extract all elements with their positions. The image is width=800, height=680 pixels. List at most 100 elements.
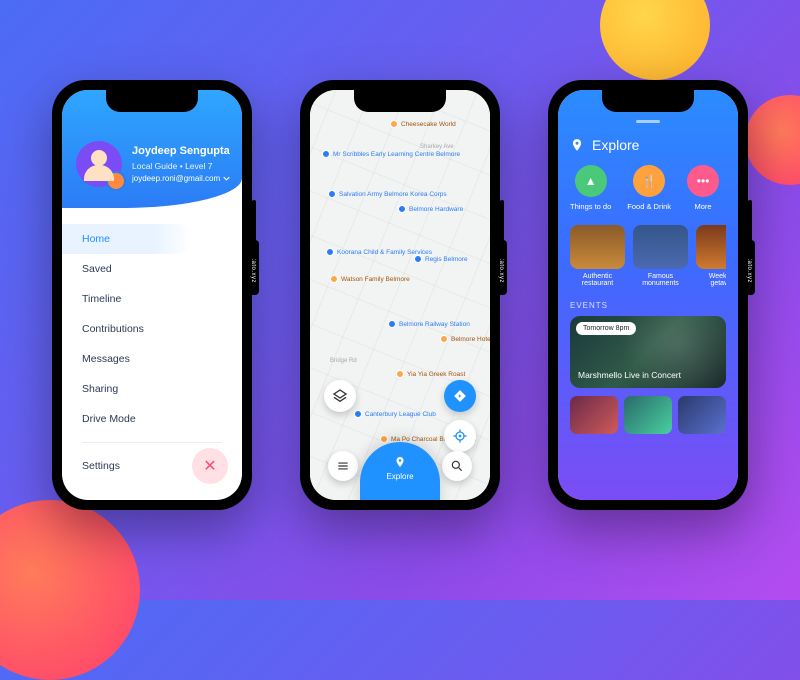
layers-icon: [332, 388, 348, 404]
chevron-down-icon: [223, 175, 230, 182]
menu-button[interactable]: [328, 451, 358, 481]
device-notch: [602, 90, 694, 112]
user-info: Joydeep Sengupta Local Guide • Level 7 j…: [132, 143, 230, 184]
poi-label: Belmore Hardware: [409, 206, 463, 213]
screen-sidebar: Joydeep Sengupta Local Guide • Level 7 j…: [62, 90, 242, 500]
map-poi[interactable]: Canterbury League Club: [354, 410, 436, 418]
category-food-drink[interactable]: 🍴Food & Drink: [627, 165, 671, 211]
event-thumbnails[interactable]: [570, 396, 726, 434]
bg-decor-red-bottom: [0, 500, 140, 680]
poi-label: Watson Family Belmore: [341, 276, 410, 283]
card-thumb: [633, 225, 688, 269]
sidebar-item-sharing[interactable]: Sharing: [62, 374, 242, 404]
explore-title-row: Explore: [570, 137, 726, 153]
pin-icon: [394, 456, 406, 468]
layers-button[interactable]: [324, 380, 356, 412]
directions-button[interactable]: [444, 380, 476, 412]
event-thumb[interactable]: [678, 396, 726, 434]
poi-label: Cheesecake World: [401, 121, 456, 128]
card-thumb: [696, 225, 726, 269]
sidebar-item-messages[interactable]: Messages: [62, 344, 242, 374]
map-poi[interactable]: Belmore Hardware: [398, 205, 463, 213]
search-icon: [450, 459, 464, 473]
events-label: EVENTS: [570, 301, 726, 310]
directions-icon: [453, 389, 467, 403]
poi-pin-icon: [354, 410, 362, 418]
road-label: Sharkey Ave: [420, 144, 454, 150]
pin-icon: [570, 138, 584, 152]
category-things-to-do[interactable]: ▲ Things to do: [570, 165, 611, 211]
poi-pin-icon: [440, 335, 448, 343]
phone-frame-1: rotato.xyz Joydeep Sengupta Local Guide …: [52, 80, 252, 510]
phone-frame-2: rotato.xyz Cheesecake WorldMr Scribbles …: [300, 80, 500, 510]
sidebar-item-drive-mode[interactable]: Drive Mode: [62, 404, 242, 434]
rotato-tag: rotato.xyz: [495, 240, 507, 295]
poi-label: Salvation Army Belmore Korea Corps: [339, 191, 447, 198]
poi-pin-icon: [388, 320, 396, 328]
category-more[interactable]: •••More: [687, 165, 719, 211]
sidebar-item-home[interactable]: Home: [62, 224, 192, 254]
avatar[interactable]: [76, 141, 122, 187]
card-thumb: [570, 225, 625, 269]
sidebar-item-contributions[interactable]: Contributions: [62, 314, 242, 344]
rotato-tag: rotato.xyz: [743, 240, 755, 295]
explore-title: Explore: [592, 137, 639, 153]
user-email: joydeep.roni@gmail.com: [132, 173, 220, 185]
sidebar-item-saved[interactable]: Saved: [62, 254, 242, 284]
event-thumb[interactable]: [624, 396, 672, 434]
user-email-row[interactable]: joydeep.roni@gmail.com: [132, 173, 230, 185]
local-guide-badge-icon: [106, 171, 126, 191]
explore-categories: ▲ Things to do 🍴Food & Drink •••More: [570, 165, 726, 211]
map-poi[interactable]: Belmore Hotel: [440, 335, 490, 343]
poi-label: Yia Yia Greek Roast: [407, 371, 465, 378]
map-poi[interactable]: Regis Belmore: [414, 255, 468, 263]
sheet-handle[interactable]: [636, 120, 660, 123]
map-poi[interactable]: Yia Yia Greek Roast: [396, 370, 465, 378]
close-button[interactable]: ✕: [192, 448, 228, 484]
poi-pin-icon: [330, 275, 338, 283]
poi-pin-icon: [398, 205, 406, 213]
poi-label: Mr Scribbles Early Learning Centre Belmo…: [333, 151, 460, 158]
hamburger-icon: [336, 459, 350, 473]
phone-frame-3: rotato.xyz Explore ▲Things to do🍴Food & …: [548, 80, 748, 510]
map-poi[interactable]: Belmore Railway Station: [388, 320, 470, 328]
poi-pin-icon: [396, 370, 404, 378]
card-label: Famous monuments: [633, 273, 688, 287]
poi-pin-icon: [414, 255, 422, 263]
map-poi[interactable]: Watson Family Belmore: [330, 275, 410, 283]
event-thumb[interactable]: [570, 396, 618, 434]
explore-label: Explore: [386, 472, 413, 481]
phone-mock-row: rotato.xyz Joydeep Sengupta Local Guide …: [0, 80, 800, 510]
event-time-pill: Tomorrow 8pm: [576, 322, 636, 335]
category-label: More: [695, 202, 712, 211]
poi-label: Canterbury League Club: [365, 411, 436, 418]
close-icon: ✕: [203, 456, 216, 476]
explore-card[interactable]: Famous monuments: [633, 225, 688, 287]
user-subtitle: Local Guide • Level 7: [132, 160, 230, 173]
map-poi[interactable]: Salvation Army Belmore Korea Corps: [328, 190, 447, 198]
explore-card[interactable]: Authentic restaurant: [570, 225, 625, 287]
poi-pin-icon: [390, 120, 398, 128]
poi-pin-icon: [326, 248, 334, 256]
category-label: Things to do: [570, 202, 611, 211]
screen-map: Cheesecake World Mr Scribbles Early Learn…: [310, 90, 490, 500]
map-poi[interactable]: Cheesecake World: [390, 120, 456, 128]
device-notch: [106, 90, 198, 112]
explore-card[interactable]: Weekend getaway: [696, 225, 726, 287]
sidebar-item-timeline[interactable]: Timeline: [62, 284, 242, 314]
search-button[interactable]: [442, 451, 472, 481]
map-poi[interactable]: Mr Scribbles Early Learning Centre Belmo…: [322, 150, 460, 158]
explore-card-row[interactable]: Authentic restaurant Famous monuments Week…: [570, 225, 726, 287]
poi-pin-icon: [322, 150, 330, 158]
poi-label: Belmore Railway Station: [399, 321, 470, 328]
event-card[interactable]: Tomorrow 8pm Marshmello Live in Concert: [570, 316, 726, 388]
event-title: Marshmello Live in Concert: [578, 370, 681, 380]
screen-explore: Explore ▲ Things to do 🍴Food & Drink •••Mor…: [558, 90, 738, 500]
rotato-tag: rotato.xyz: [247, 240, 259, 295]
category-icon: ▲: [575, 165, 607, 197]
poi-label: Regis Belmore: [425, 256, 468, 263]
card-label: Weekend getaway: [696, 273, 726, 287]
device-notch: [354, 90, 446, 112]
menu-divider: [82, 442, 222, 443]
user-name: Joydeep Sengupta: [132, 143, 230, 160]
